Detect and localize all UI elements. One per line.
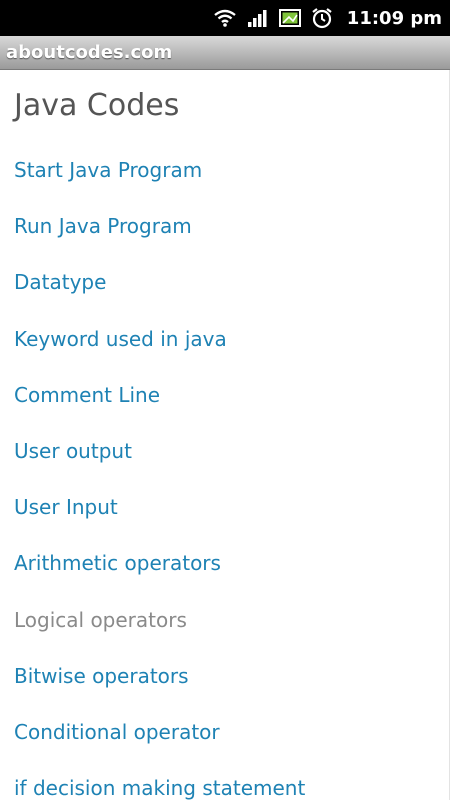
app-title-bar: aboutcodes.com	[0, 36, 450, 70]
topic-arithmetic-operators[interactable]: Arithmetic operators	[14, 551, 305, 607]
topic-keyword-used-in-java[interactable]: Keyword used in java	[14, 327, 305, 383]
topic-bitwise-operators[interactable]: Bitwise operators	[14, 664, 305, 720]
topic-list: Start Java Program Run Java Program Data…	[14, 158, 305, 800]
page-title: Java Codes	[14, 88, 180, 123]
image-icon	[278, 9, 301, 27]
status-bar: 11:09 pm	[0, 0, 450, 36]
topic-start-java-program[interactable]: Start Java Program	[14, 158, 305, 214]
topic-conditional-operator[interactable]: Conditional operator	[14, 720, 305, 776]
topic-user-output[interactable]: User output	[14, 439, 305, 495]
status-time: 11:09 pm	[346, 7, 442, 29]
app-title: aboutcodes.com	[6, 42, 173, 63]
alarm-clock-icon	[311, 7, 333, 29]
main-content[interactable]: Java Codes Start Java Program Run Java P…	[0, 70, 443, 800]
topic-user-input[interactable]: User Input	[14, 495, 305, 551]
topic-run-java-program[interactable]: Run Java Program	[14, 214, 305, 270]
topic-comment-line[interactable]: Comment Line	[14, 383, 305, 439]
topic-datatype[interactable]: Datatype	[14, 270, 305, 326]
topic-logical-operators: Logical operators	[14, 607, 187, 632]
topic-if-decision-making-statement[interactable]: if decision making statement	[14, 776, 305, 800]
signal-icon	[247, 8, 269, 28]
wifi-icon	[213, 8, 237, 28]
